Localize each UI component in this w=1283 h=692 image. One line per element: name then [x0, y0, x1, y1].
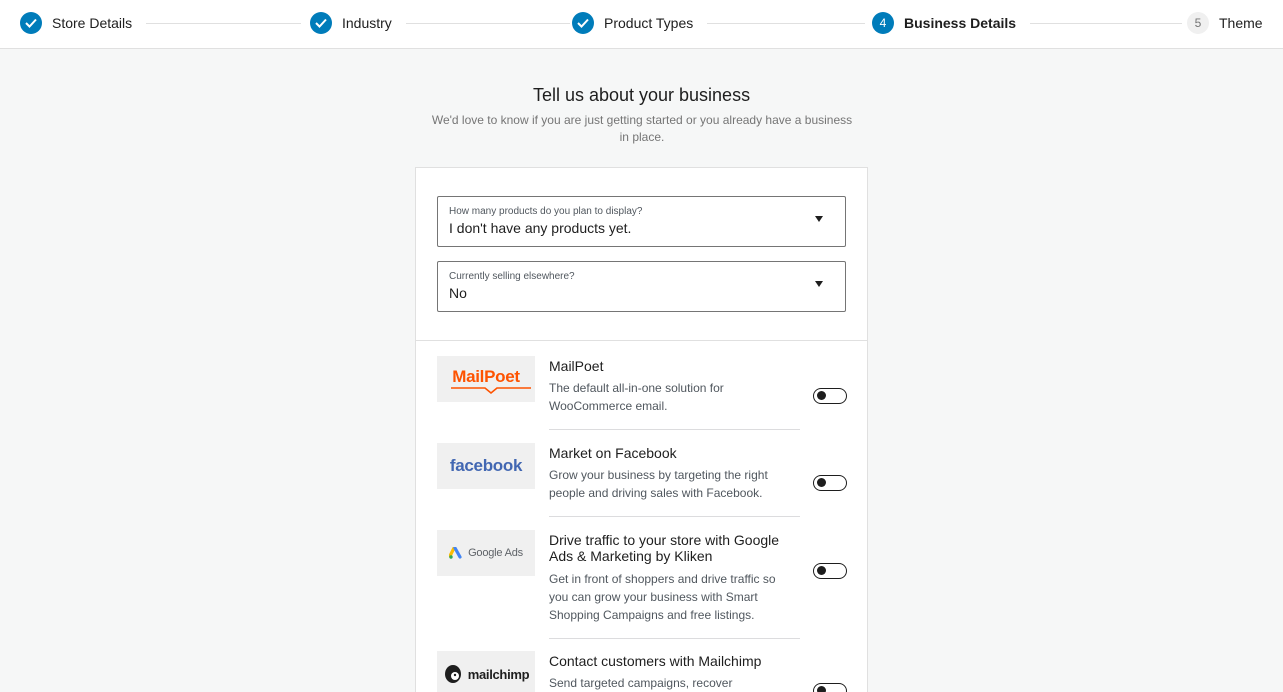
extension-description: Get in front of shoppers and drive traff…	[549, 572, 776, 622]
extension-title: Drive traffic to your store with Google …	[549, 532, 780, 564]
step-theme[interactable]: 5 Theme	[1187, 12, 1263, 34]
facebook-logo-text: facebook	[449, 456, 523, 475]
checkmark-icon	[572, 12, 594, 34]
selling-elsewhere-value: No	[449, 285, 467, 301]
extension-title: MailPoet	[549, 358, 604, 374]
product-count-label: How many products do you plan to display…	[449, 206, 643, 217]
step-number: 5	[1187, 12, 1209, 34]
facebook-logo: facebook	[437, 443, 535, 489]
page-title: Tell us about your business	[532, 85, 751, 105]
step-connector	[146, 22, 302, 24]
mailpoet-toggle[interactable]	[813, 388, 847, 404]
step-connector	[707, 22, 866, 24]
extension-facebook: facebook Market on Facebook Grow your bu…	[437, 443, 847, 531]
extension-description: Send targeted campaigns, recover	[549, 676, 733, 690]
step-number: 4	[872, 12, 894, 34]
extension-title: Market on Facebook	[549, 445, 677, 461]
caret-down-icon	[815, 216, 823, 222]
mailpoet-smile-icon	[451, 387, 532, 395]
extension-separator	[549, 516, 800, 517]
product-count-value: I don't have any products yet.	[449, 220, 632, 236]
extension-mailpoet: MailPoet MailPoet The default all-in-one…	[437, 356, 847, 444]
step-industry[interactable]: Industry	[310, 12, 570, 34]
google-ads-logo: Google Ads	[437, 530, 535, 576]
mailchimp-toggle[interactable]	[813, 683, 847, 692]
google-ads-toggle[interactable]	[813, 563, 847, 579]
selling-elsewhere-label: Currently selling elsewhere?	[449, 271, 575, 282]
google-ads-logo-text: Google Ads	[468, 547, 523, 559]
step-label: Product Types	[604, 15, 694, 31]
step-label: Industry	[342, 15, 392, 31]
checkmark-icon	[310, 12, 332, 34]
checkmark-icon	[20, 12, 42, 34]
step-business-details[interactable]: 4 Business Details	[872, 12, 1183, 34]
card-divider	[416, 340, 867, 341]
extension-separator	[549, 638, 800, 639]
selling-elsewhere-select[interactable]: Currently selling elsewhere? No	[437, 261, 846, 312]
product-count-select[interactable]: How many products do you plan to display…	[437, 196, 846, 247]
facebook-toggle[interactable]	[813, 475, 847, 491]
extension-separator	[549, 429, 800, 430]
page-subtitle: We'd love to know if you are just gettin…	[431, 113, 853, 144]
step-product-types[interactable]: Product Types	[572, 12, 866, 34]
step-store-details[interactable]: Store Details	[20, 12, 302, 34]
step-connector	[1030, 22, 1183, 24]
extension-description: The default all-in-one solution for WooC…	[549, 381, 724, 413]
mailchimp-logo-text: mailchimp	[467, 666, 530, 682]
mailchimp-logo: mailchimp	[437, 651, 535, 692]
extension-description: Grow your business by targeting the righ…	[549, 468, 768, 500]
step-label: Theme	[1219, 15, 1263, 31]
step-label: Business Details	[904, 15, 1017, 31]
step-connector	[405, 22, 570, 24]
mailpoet-logo-text: MailPoet	[452, 367, 520, 386]
extension-google-ads: Google Ads Drive traffic to your store w…	[437, 530, 847, 640]
extension-mailchimp: mailchimp Contact customers with Mailchi…	[437, 651, 847, 692]
business-details-card: How many products do you plan to display…	[415, 167, 868, 692]
setup-stepper: Store Details Industry Product Types 4 B…	[0, 0, 1283, 49]
caret-down-icon	[815, 281, 823, 287]
step-label: Store Details	[52, 15, 133, 31]
google-ads-icon	[449, 547, 462, 559]
mailpoet-logo: MailPoet	[437, 356, 535, 402]
extension-title: Contact customers with Mailchimp	[549, 653, 762, 669]
mailchimp-freddie-icon	[444, 665, 461, 683]
